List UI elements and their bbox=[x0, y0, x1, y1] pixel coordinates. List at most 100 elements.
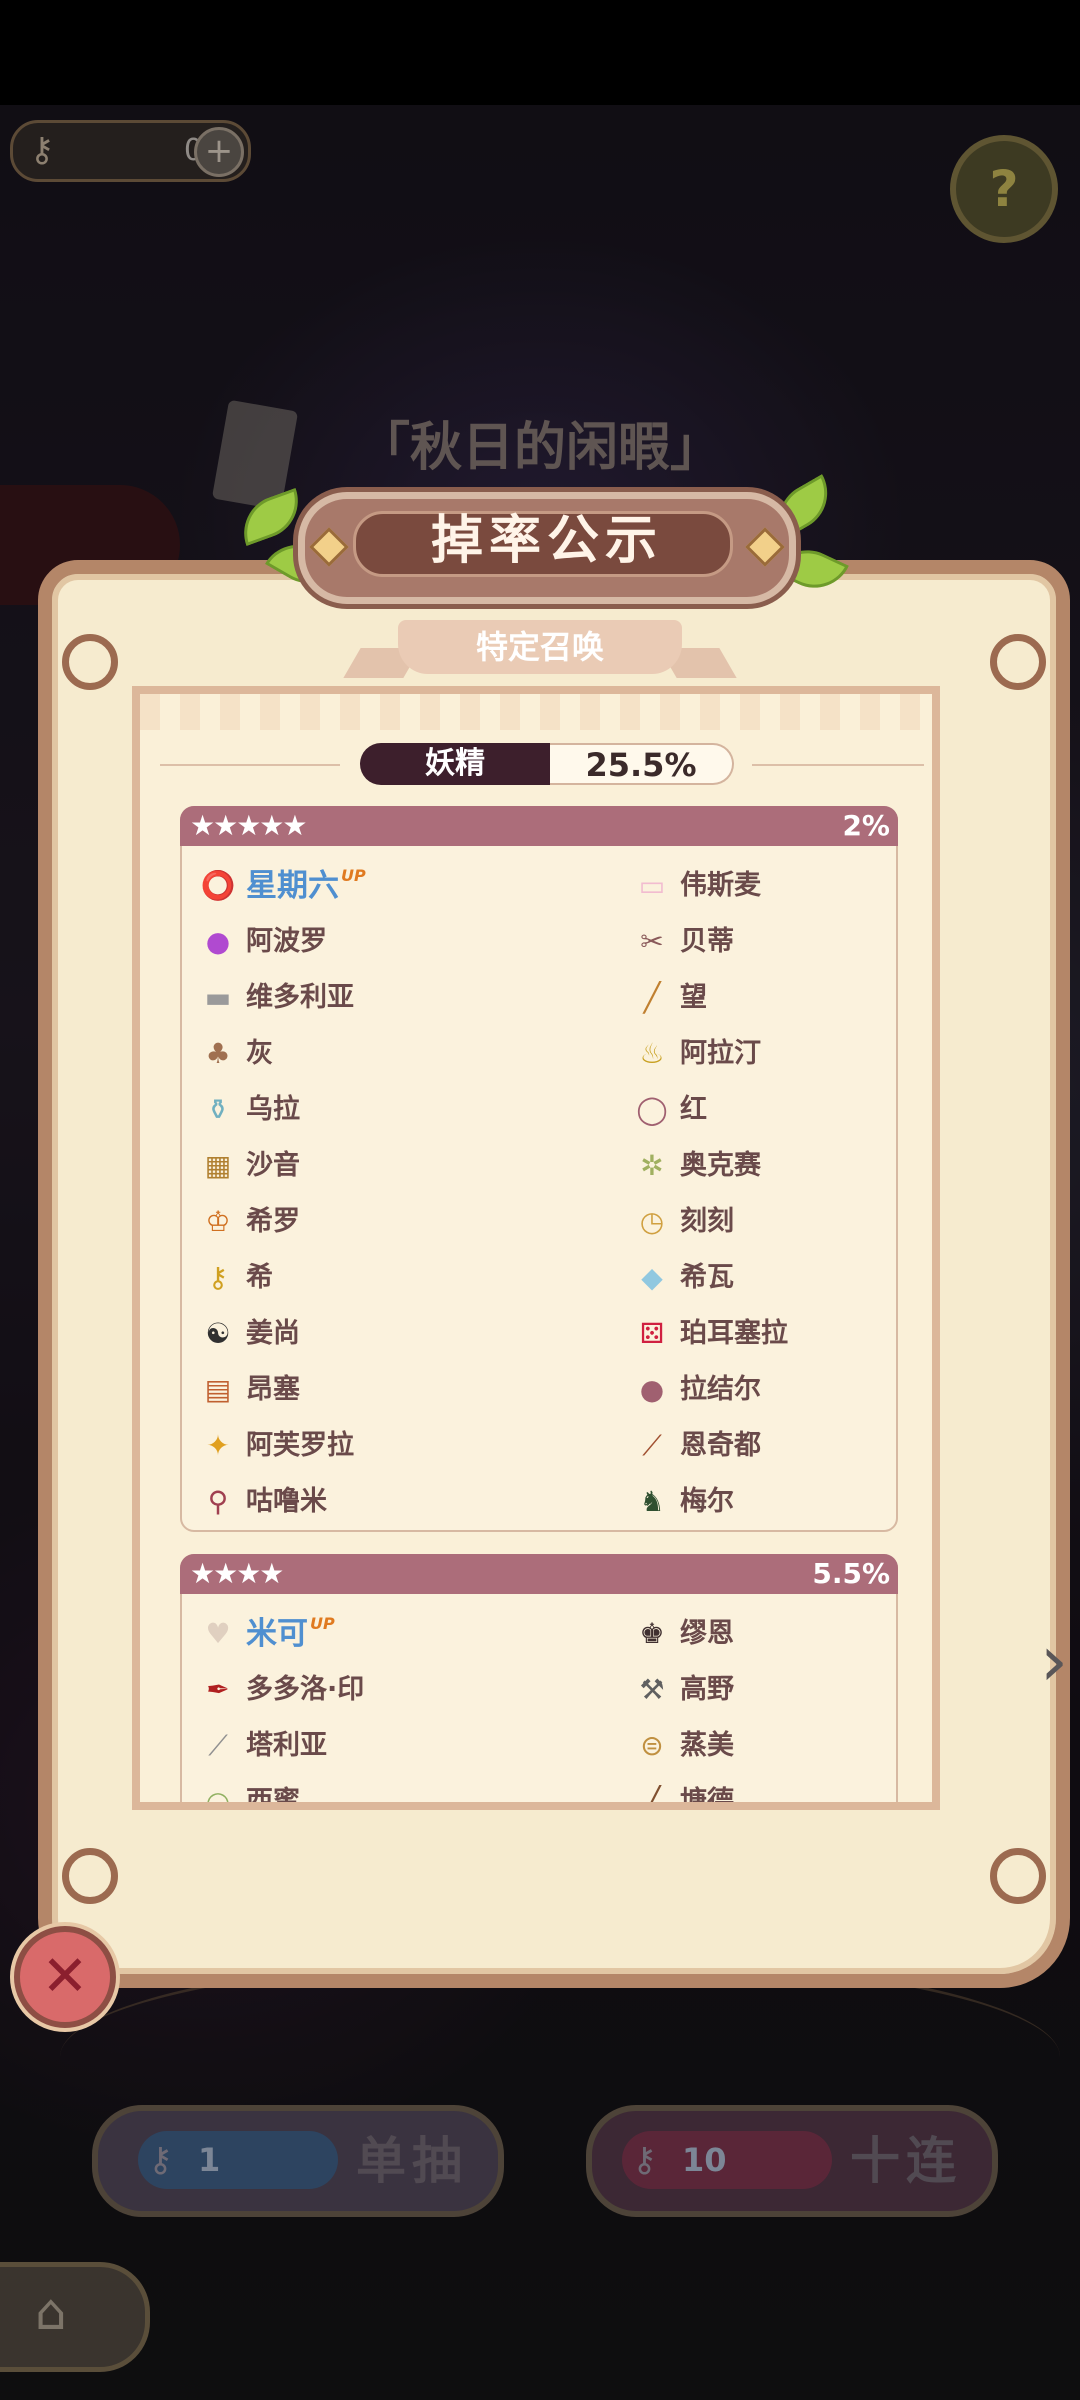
rarity-group-4star: ★★★★ 5.5% ♥ 米可 UP ♚ 缪恩 ✒ 多多洛·印 ⚒ 高野 ⟋ 塔利亚 ⊜ 蒸美 ◒ 西蜜 ╱ 塘德 bbox=[180, 1554, 898, 1810]
list-item: ♨ 阿拉汀 bbox=[630, 1028, 932, 1080]
fairy-icon: ⊜ bbox=[640, 1729, 664, 1762]
fairy-icon: ◒ bbox=[205, 1785, 231, 1810]
fairy-name: 西蜜 bbox=[246, 1786, 300, 1810]
fairy-icon: ✦ bbox=[206, 1429, 230, 1462]
list-item: ✦ 阿芙罗拉 bbox=[196, 1420, 536, 1472]
fairy-icon: ◆ bbox=[641, 1261, 663, 1294]
list-item: ● 阿波罗 bbox=[196, 916, 536, 968]
fairy-name: 灰 bbox=[246, 1038, 273, 1069]
list-item: ✂ 贝蒂 bbox=[630, 916, 932, 968]
fairy-icon: ⭕ bbox=[200, 869, 236, 902]
fairy-name: 阿拉汀 bbox=[680, 1038, 761, 1069]
list-item: ✒ 多多洛·印 bbox=[196, 1664, 536, 1716]
corner-ornament bbox=[990, 1848, 1046, 1904]
list-item: ⚄ 珀耳塞拉 bbox=[630, 1308, 932, 1360]
close-button[interactable]: ✕ bbox=[14, 1926, 116, 2028]
fairy-icon: ✲ bbox=[640, 1149, 664, 1182]
list-item: ♣ 灰 bbox=[196, 1028, 536, 1080]
dialog-title-plaque: 掉率公示 bbox=[298, 492, 796, 604]
fairy-icon: ◯ bbox=[636, 1093, 668, 1126]
fairy-name: 塘德 bbox=[680, 1786, 734, 1810]
rarity-rate: 2% bbox=[842, 809, 890, 842]
ten-draw-label: 十连 bbox=[850, 2132, 962, 2190]
star-rating-icon: ★★★★★ bbox=[190, 809, 308, 842]
fairy-icon: ⚷ bbox=[207, 1261, 229, 1294]
add-key-button[interactable]: + bbox=[194, 127, 244, 177]
help-button[interactable]: ? bbox=[950, 135, 1058, 243]
fairy-name: 阿芙罗拉 bbox=[246, 1430, 354, 1461]
list-item: ▤ 昂塞 bbox=[196, 1364, 536, 1416]
key-count: 0 bbox=[73, 123, 203, 179]
chevron-right-icon[interactable]: › bbox=[1040, 1620, 1068, 1702]
fairy-name: 缪恩 bbox=[680, 1618, 734, 1649]
fairy-icon: ♔ bbox=[205, 1205, 231, 1238]
fairy-name: 红 bbox=[680, 1094, 707, 1125]
fairy-name: 蒸美 bbox=[680, 1730, 734, 1761]
home-icon: ⌂ bbox=[35, 2283, 67, 2341]
fairy-name: 星期六 bbox=[246, 868, 339, 904]
list-item: ▭ 伟斯麦 bbox=[630, 860, 932, 912]
fairy-name: 贝蒂 bbox=[680, 926, 734, 957]
fairy-icon: ♣ bbox=[205, 1037, 231, 1070]
corner-ornament bbox=[62, 634, 118, 690]
rarity-header: ★★★★ 5.5% bbox=[180, 1554, 898, 1594]
divider bbox=[752, 764, 924, 766]
list-item: ◯ 红 bbox=[630, 1084, 932, 1136]
decor-band bbox=[140, 694, 932, 730]
fairy-icon: ☯ bbox=[205, 1317, 231, 1350]
divider bbox=[160, 764, 340, 766]
fairy-icon: ♨ bbox=[639, 1037, 665, 1070]
home-button[interactable]: ⌂ bbox=[0, 2262, 150, 2372]
single-draw-button[interactable]: ⚷ 1 单抽 bbox=[92, 2105, 504, 2217]
category-tab[interactable]: 妖精 25.5% bbox=[360, 743, 734, 785]
list-item: ⚒ 高野 bbox=[630, 1664, 932, 1716]
list-item: ✲ 奥克赛 bbox=[630, 1140, 932, 1192]
fairy-name: 刻刻 bbox=[680, 1206, 734, 1237]
list-item: ♞ 梅尔 bbox=[630, 1476, 932, 1528]
fairy-name: 沙音 bbox=[246, 1150, 300, 1181]
fairy-name: 阿波罗 bbox=[246, 926, 327, 957]
fairy-name: 奥克赛 bbox=[680, 1150, 761, 1181]
help-icon: ? bbox=[989, 160, 1019, 218]
fairy-icon: ⟋ bbox=[208, 1729, 228, 1762]
fairy-icon: ♞ bbox=[639, 1485, 665, 1518]
fairy-icon: ⚄ bbox=[639, 1317, 665, 1350]
fairy-name: 恩奇都 bbox=[680, 1430, 761, 1461]
key-icon: ⚷ bbox=[632, 2140, 657, 2180]
list-item: ◆ 希瓦 bbox=[630, 1252, 932, 1304]
fairy-icon: ● bbox=[205, 925, 231, 958]
fairy-name: 希瓦 bbox=[680, 1262, 734, 1293]
fairy-name: 姜尚 bbox=[246, 1318, 300, 1349]
ten-draw-button[interactable]: ⚷ 10 十连 bbox=[586, 2105, 998, 2217]
corner-ornament bbox=[990, 634, 1046, 690]
list-item: ⭕ 星期六 UP bbox=[196, 860, 536, 912]
fairy-icon: ♥ bbox=[205, 1617, 231, 1650]
single-draw-label: 单抽 bbox=[356, 2132, 468, 2190]
fairy-name: 昂塞 bbox=[246, 1374, 300, 1405]
dialog-subtitle: 特定召唤 bbox=[475, 628, 604, 666]
fairy-name: 拉结尔 bbox=[680, 1374, 761, 1405]
fairy-icon: ◷ bbox=[639, 1205, 665, 1238]
list-item: ╱ 塘德 bbox=[630, 1776, 932, 1810]
list-item: ▦ 沙音 bbox=[196, 1140, 536, 1192]
pool-name: 「秋日的闲暇」 bbox=[357, 418, 722, 478]
fairy-icon: ⟋ bbox=[642, 1429, 662, 1462]
fairy-name: 珀耳塞拉 bbox=[680, 1318, 788, 1349]
drop-rate-list[interactable]: 妖精 25.5% ★★★★★ 2% ⭕ 星期六 UP ▭ 伟斯麦 ● 阿波罗 ✂ 贝蒂 ▬ 维多利亚… bbox=[132, 686, 940, 1810]
up-badge: UP bbox=[341, 866, 366, 885]
rarity-group-5star: ★★★★★ 2% ⭕ 星期六 UP ▭ 伟斯麦 ● 阿波罗 ✂ 贝蒂 ▬ 维多利亚 ╱ 望 ♣ 灰 ♨ 阿拉汀 ⚱… bbox=[180, 806, 898, 1532]
category-label: 妖精 bbox=[360, 743, 550, 785]
fairy-icon: ▦ bbox=[204, 1149, 232, 1182]
up-badge: UP bbox=[310, 1614, 335, 1633]
rarity-header: ★★★★★ 2% bbox=[180, 806, 898, 846]
rarity-rate: 5.5% bbox=[812, 1557, 890, 1590]
fairy-name: 梅尔 bbox=[680, 1486, 734, 1517]
list-item: ⚱ 乌拉 bbox=[196, 1084, 536, 1136]
fairy-name: 塔利亚 bbox=[246, 1730, 327, 1761]
fairy-name: 多多洛·印 bbox=[246, 1674, 365, 1705]
fairy-name: 咕噜米 bbox=[246, 1486, 327, 1517]
key-counter: ⚷ 0 + bbox=[10, 120, 251, 182]
fairy-icon: ⚲ bbox=[207, 1485, 229, 1518]
fairy-name: 高野 bbox=[680, 1674, 734, 1705]
category-rate: 25.5% bbox=[550, 743, 734, 785]
